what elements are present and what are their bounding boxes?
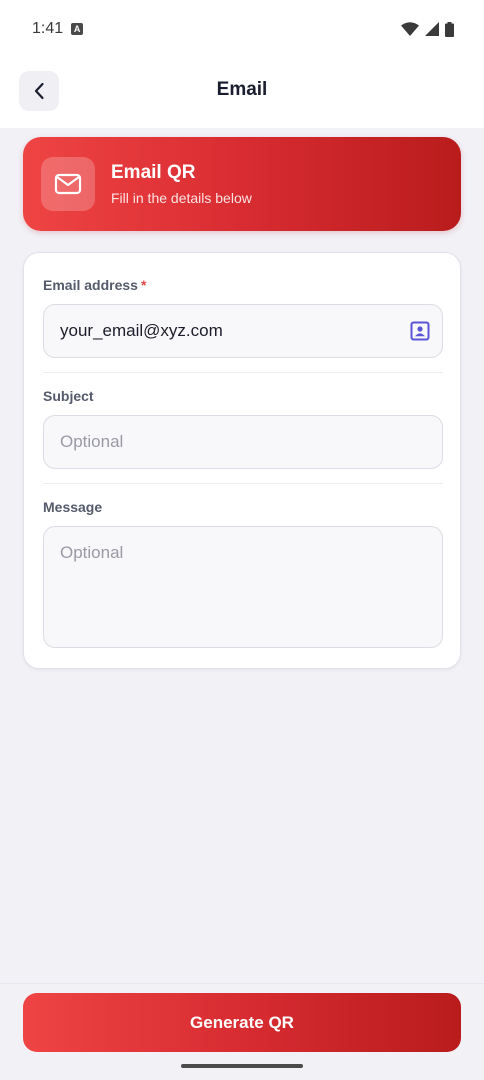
subject-label: Subject [43,388,94,404]
subject-placeholder: Optional [60,432,124,451]
message-placeholder: Optional [60,543,124,562]
home-indicator[interactable] [181,1064,303,1068]
battery-icon [445,21,454,37]
generate-qr-button[interactable]: Generate QR [23,993,461,1052]
page-title: Email [216,79,268,100]
status-icons [401,21,454,37]
email-input[interactable]: your_email@xyz.com [43,304,443,358]
notification-a-icon: A [71,23,84,35]
message-label: Message [43,499,103,515]
header-texts: Email QR Fill in the details below [111,162,252,206]
chevron-left-icon [34,82,44,100]
header-subtitle: Fill in the details below [111,190,252,206]
app-bar: Email [0,58,484,128]
status-left: 1:41 A [32,20,84,38]
form-card: Email address * your_email@xyz.com Subjec… [23,252,461,669]
subject-input[interactable]: Optional [43,415,443,469]
divider [43,372,443,373]
email-label: Email address * [43,277,146,293]
header-icon-box [41,157,95,211]
email-qr-header-card: Email QR Fill in the details below [23,137,461,231]
wifi-icon [401,22,419,36]
contact-picker-icon[interactable] [410,321,430,341]
required-mark: * [140,277,147,293]
email-input-value: your_email@xyz.com [60,321,223,340]
status-bar: 1:41 A [0,0,484,58]
status-time: 1:41 [32,20,64,37]
email-qr-screen: 1:41 A Email Email QR Fill in the detail… [0,0,484,1080]
signal-icon [425,22,439,36]
mail-icon [54,173,82,195]
email-label-text: Email address [43,277,138,293]
back-button[interactable] [19,71,59,111]
header-title: Email QR [111,162,196,183]
message-textarea[interactable]: Optional [43,526,443,648]
divider [43,483,443,484]
